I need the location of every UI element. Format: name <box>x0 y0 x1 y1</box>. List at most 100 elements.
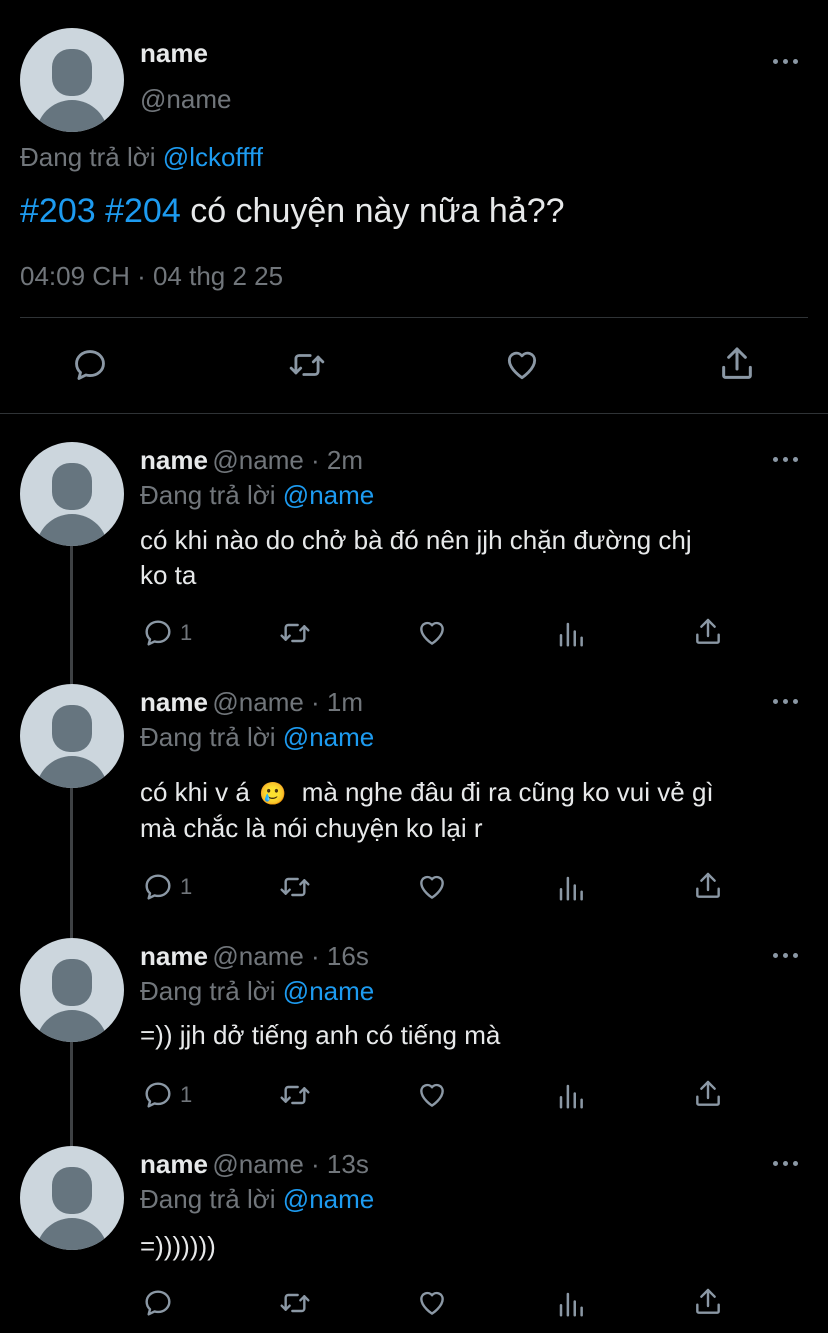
retweet-button[interactable] <box>277 617 313 649</box>
reply-count: 1 <box>180 620 193 645</box>
tweet-line: có khi nào do chở bà đó nên jjh chặn đườ… <box>140 525 692 555</box>
author-name[interactable]: name <box>140 445 208 475</box>
reply-bubble-icon <box>145 1290 171 1316</box>
tweet-line: ko ta <box>140 560 197 590</box>
more-icon[interactable] <box>772 456 800 464</box>
author-name[interactable]: name <box>140 38 208 69</box>
hashtag-link[interactable]: #203 <box>20 192 96 230</box>
reply-button[interactable]: 1 <box>142 1079 192 1111</box>
reply-prefix: Đang trả lời <box>20 142 156 172</box>
avatar[interactable] <box>20 442 124 546</box>
share-button[interactable] <box>692 615 724 649</box>
reply-context: Đang trả lời @name <box>140 976 374 1007</box>
share-upload-icon <box>722 347 752 379</box>
avatar[interactable] <box>20 938 124 1042</box>
share-button[interactable] <box>692 1077 724 1111</box>
author-name[interactable]: name <box>140 1149 208 1179</box>
avatar-head-shape <box>52 463 92 510</box>
retweet-icon <box>280 623 310 643</box>
avatar-head-shape <box>52 49 92 96</box>
reply-to-link[interactable]: @name <box>283 1184 374 1214</box>
reply-bubble-icon <box>75 350 105 380</box>
share-upload-icon <box>696 1288 720 1314</box>
reply-prefix: Đang trả lời <box>140 976 276 1006</box>
reply-to-link[interactable]: @name <box>283 722 374 752</box>
more-icon[interactable] <box>772 698 800 706</box>
like-button[interactable] <box>415 871 449 903</box>
timestamp[interactable]: 04:09 CH · 04 thg 2 25 <box>20 261 283 292</box>
heart-icon <box>420 1083 444 1107</box>
avatar-head-shape <box>52 1167 92 1214</box>
more-icon[interactable] <box>772 1160 800 1168</box>
reply-button[interactable]: 1 <box>142 617 192 649</box>
thread-line <box>70 788 73 938</box>
heart-icon <box>420 621 444 645</box>
reply-context: Đang trả lời @lckoffff <box>20 142 263 173</box>
views-button[interactable] <box>556 618 586 650</box>
views-bar-chart-icon <box>559 622 583 647</box>
reply-bubble-icon <box>145 874 171 900</box>
author-handle-time[interactable]: @name · 1m <box>212 687 363 717</box>
tweet-header: name @name · 2m <box>140 445 363 476</box>
tweet-text-part: mà nghe đâu đi ra cũng ko vui vẻ gì <box>301 777 714 807</box>
tweet-line: =)) jjh dở tiếng anh có tiếng mà <box>140 1020 501 1050</box>
tweet-text: có khi v á 🥲 mà nghe đâu đi ra cũng ko v… <box>140 775 714 846</box>
more-icon[interactable] <box>772 58 800 66</box>
like-button[interactable] <box>501 346 543 384</box>
author-name[interactable]: name <box>140 941 208 971</box>
tweet-line: có khi v á 🥲 mà nghe đâu đi ra cũng ko v… <box>140 775 714 811</box>
avatar-body-shape <box>36 756 108 788</box>
hashtag-link[interactable]: #204 <box>105 192 181 230</box>
reply-to-link[interactable]: @name <box>283 976 374 1006</box>
like-button[interactable] <box>415 617 449 649</box>
share-upload-icon <box>696 1080 720 1106</box>
avatar[interactable] <box>20 28 124 132</box>
reply-context: Đang trả lời @name <box>140 480 374 511</box>
avatar-body-shape <box>36 514 108 546</box>
reply-to-link[interactable]: @lckoffff <box>163 142 263 172</box>
share-button[interactable] <box>717 344 757 384</box>
avatar[interactable] <box>20 1146 124 1250</box>
like-button[interactable] <box>415 1079 449 1111</box>
tweet-header: name @name · 16s <box>140 941 369 972</box>
reply-context: Đang trả lời @name <box>140 1184 374 1215</box>
retweet-button[interactable] <box>277 1287 313 1319</box>
retweet-button[interactable] <box>285 346 329 384</box>
views-button[interactable] <box>556 1288 586 1320</box>
reply-button[interactable] <box>70 346 110 384</box>
author-handle-time[interactable]: @name · 16s <box>212 941 368 971</box>
reply-button[interactable]: 1 <box>142 871 192 903</box>
avatar-body-shape <box>36 1218 108 1250</box>
author-handle[interactable]: @name <box>140 84 231 115</box>
heart-icon <box>420 875 444 899</box>
tweet-header: name @name · 13s <box>140 1149 369 1180</box>
views-button[interactable] <box>556 1080 586 1112</box>
share-upload-icon <box>696 618 720 644</box>
retweet-button[interactable] <box>277 1079 313 1111</box>
more-icon[interactable] <box>772 952 800 960</box>
reply-context: Đang trả lời @name <box>140 722 374 753</box>
author-handle-time[interactable]: @name · 13s <box>212 1149 368 1179</box>
views-button[interactable] <box>556 872 586 904</box>
share-button[interactable] <box>692 1285 724 1319</box>
retweet-icon <box>280 877 310 897</box>
reply-prefix: Đang trả lời <box>140 722 276 752</box>
thread-line <box>70 1042 73 1148</box>
retweet-button[interactable] <box>277 871 313 903</box>
avatar-body-shape <box>36 1010 108 1042</box>
tweet-text: =))))))) <box>140 1229 216 1264</box>
avatar-body-shape <box>36 100 108 132</box>
author-name[interactable]: name <box>140 687 208 717</box>
like-button[interactable] <box>415 1287 449 1319</box>
avatar[interactable] <box>20 684 124 788</box>
retweet-icon <box>289 354 325 376</box>
reply-count: 1 <box>180 1082 193 1107</box>
thread-line <box>70 546 73 684</box>
author-handle-time[interactable]: @name · 2m <box>212 445 363 475</box>
views-bar-chart-icon <box>559 876 583 901</box>
divider <box>0 413 828 414</box>
tweet-line: =))))))) <box>140 1231 216 1261</box>
reply-button[interactable] <box>142 1287 180 1319</box>
reply-to-link[interactable]: @name <box>283 480 374 510</box>
share-button[interactable] <box>692 869 724 903</box>
